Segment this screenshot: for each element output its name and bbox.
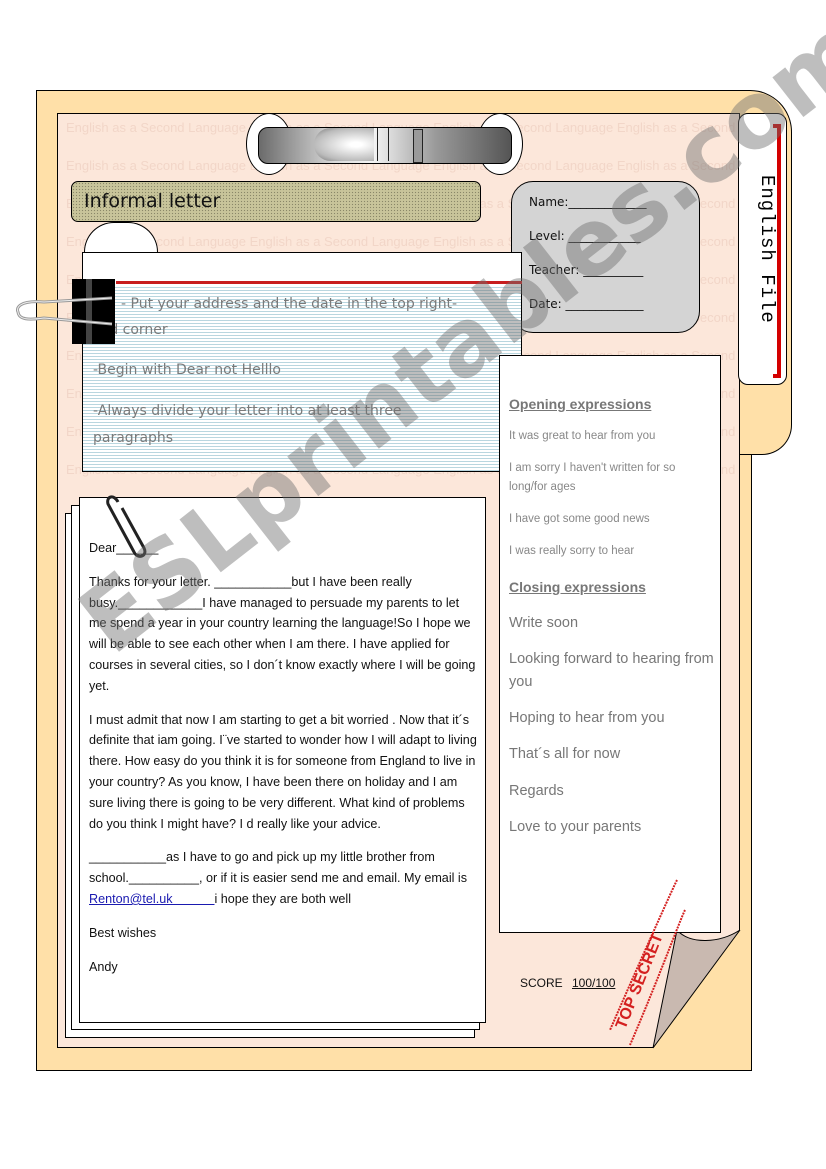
top-secret-stamp-icon: TOP SECRET [609,879,686,1046]
opening-expressions-heading: Opening expressions [509,396,652,412]
tip-line: -Begin with Dear not Helllo [93,362,281,378]
expression-item: It was great to hear from you [509,430,656,442]
tip-line: - Put your address and the date in the t… [121,296,458,312]
expression-item: That´s all for now [509,746,621,762]
date-field[interactable]: Date: _____________ [529,297,644,311]
binder-clip-wire-icon [16,296,113,326]
name-field[interactable]: Name:_____________ [529,195,646,209]
letter-paragraph: ___________as I have to go and pick up m… [89,850,468,906]
score-label: SCORE [520,976,563,990]
expression-item: I am sorry I haven't written for so long… [509,462,676,493]
stamp-text: TOP SECRET [613,931,667,1032]
student-info-box: Name:_____________ Level: ____________ T… [511,181,700,333]
letter-body: Dear______ Thanks for your letter. _____… [89,538,479,990]
level-field[interactable]: Level: ____________ [529,229,641,243]
folder-tab-title: English File [756,175,778,324]
email-link[interactable]: Renton@tel.uk [89,892,215,906]
clipboard-clip-icon [258,127,512,164]
index-card-red-line [116,281,522,284]
letter-sign-off: Best wishes [89,925,157,940]
closing-expressions-heading: Closing expressions [509,579,646,595]
title-banner: Informal letter [71,181,481,222]
letter-signature: Andy [89,959,118,974]
expression-item: Hoping to hear from you [509,710,665,726]
expression-item: Regards [509,783,564,799]
teacher-field[interactable]: Teacher: __________ [529,263,643,277]
letter-paper: Dear______ Thanks for your letter. _____… [79,497,486,1023]
expression-item: I have got some good news [509,513,650,525]
page-title: Informal letter [84,190,221,212]
useful-expressions-card: Opening expressions It was great to hear… [499,355,721,933]
expression-item: I was really sorry to hear [509,545,635,557]
letter-paragraph: Thanks for your letter. ___________but I… [89,574,476,693]
tips-index-card: - Put your address and the date in the t… [82,252,522,472]
expression-item: Love to your parents [509,819,642,835]
paperclip-icon [106,495,147,558]
expression-item: Write soon [509,615,579,631]
tip-line: -Always divide your letter into at least… [93,403,402,419]
letter-paragraph: I must admit that now I am starting to g… [89,712,477,831]
expression-item: Looking forward to hearing from you [509,651,714,690]
tip-line: paragraphs [93,430,174,446]
